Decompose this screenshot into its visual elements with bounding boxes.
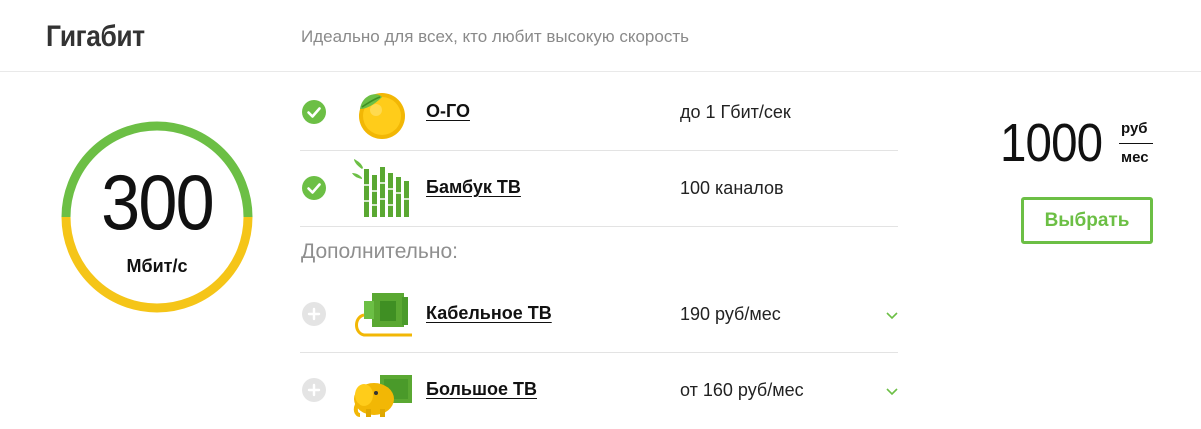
service-row-cable-tv: Кабельное ТВ 190 руб/мес <box>300 277 898 353</box>
bamboo-icon <box>350 159 414 219</box>
service-name-ogo[interactable]: О-ГО <box>426 101 470 122</box>
additional-label: Дополнительно: <box>301 240 458 263</box>
service-name-cable-tv[interactable]: Кабельное ТВ <box>426 303 552 324</box>
select-button[interactable]: Выбрать <box>1021 197 1153 244</box>
add-plus-icon[interactable] <box>302 302 326 326</box>
cable-tv-icon <box>350 285 414 345</box>
service-name-bamboo-tv[interactable]: Бамбук ТВ <box>426 177 521 198</box>
included-check-icon <box>302 176 326 200</box>
tariff-description: Идеально для всех, кто любит высокую ско… <box>301 27 689 46</box>
add-plus-icon[interactable] <box>302 378 326 402</box>
service-row-ogo: О-ГО до 1 Гбит/сек <box>300 75 898 151</box>
elephant-tv-icon <box>350 361 414 421</box>
service-value-big-tv: от 160 руб/мес <box>680 380 804 400</box>
tariff-header: Гигабит Идеально для всех, кто любит выс… <box>0 0 1201 72</box>
chevron-down-icon[interactable] <box>885 307 899 320</box>
price-currency: руб <box>1121 120 1148 137</box>
orange-icon <box>350 83 414 143</box>
chevron-down-icon[interactable] <box>885 383 899 396</box>
price-divider <box>1119 143 1153 144</box>
speed-gauge: 300 Мбит/с <box>57 117 257 317</box>
price-amount: 1000 <box>1000 113 1103 173</box>
service-name-big-tv[interactable]: Большое ТВ <box>426 379 537 400</box>
tariff-title: Гигабит <box>46 20 145 53</box>
included-check-icon <box>302 100 326 124</box>
service-value-ogo: до 1 Гбит/сек <box>680 102 791 122</box>
service-value-cable-tv: 190 руб/мес <box>680 304 781 324</box>
service-row-big-tv: Большое ТВ от 160 руб/мес <box>300 353 898 429</box>
speed-unit: Мбит/с <box>126 256 188 276</box>
service-row-bamboo-tv: Бамбук ТВ 100 каналов <box>300 151 898 227</box>
service-value-bamboo-tv: 100 каналов <box>680 178 784 198</box>
speed-value: 300 <box>101 158 215 246</box>
price-period: мес <box>1121 149 1149 166</box>
